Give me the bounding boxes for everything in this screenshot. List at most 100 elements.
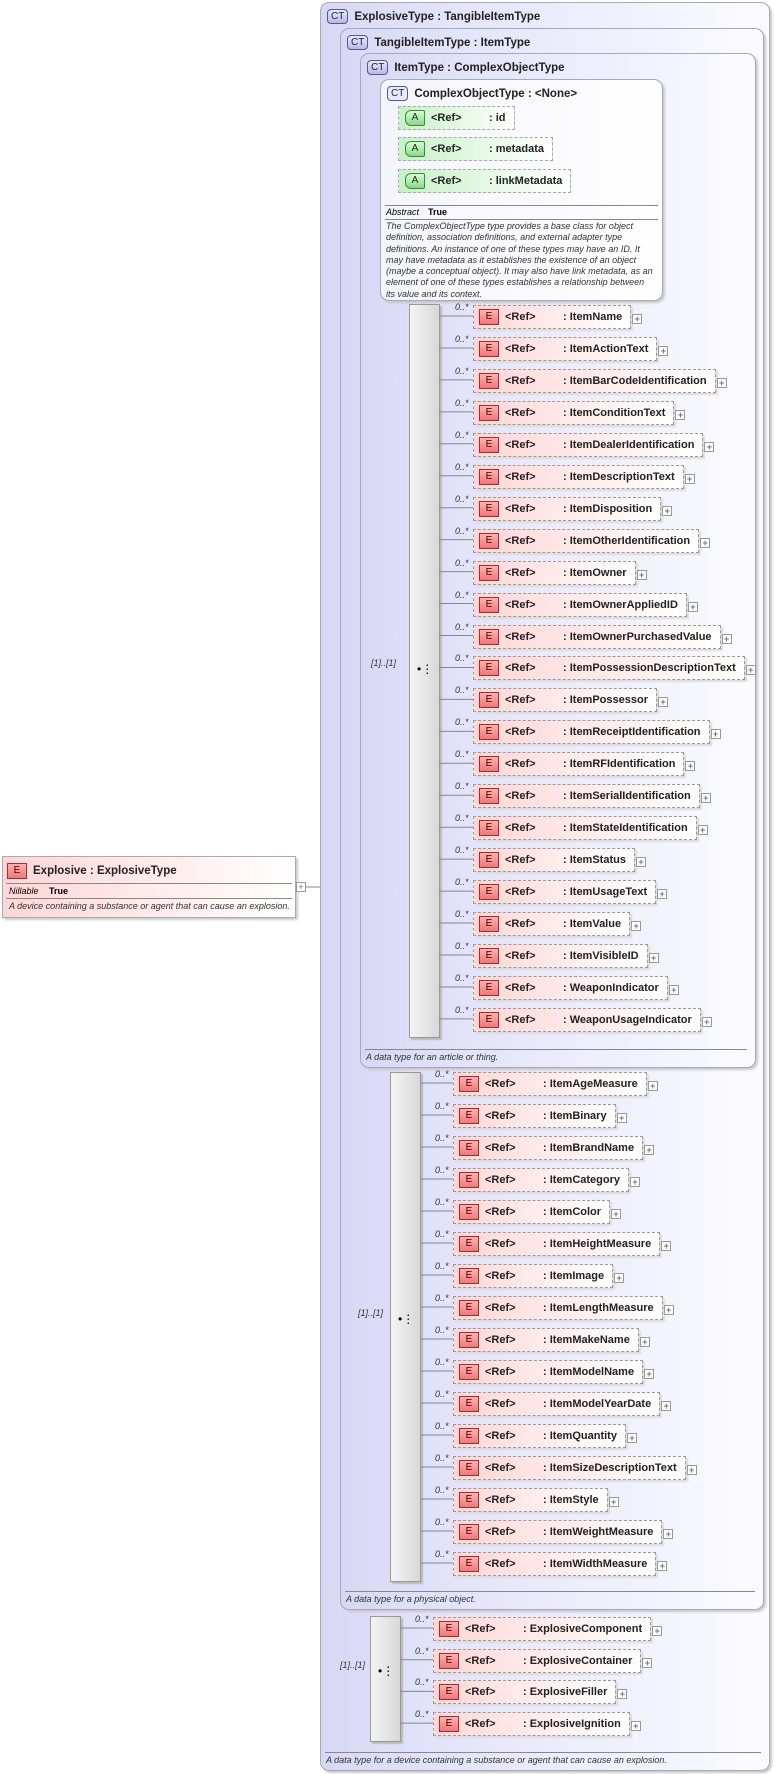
element-item[interactable]: E <Ref>: ItemRFIdentification + <box>473 752 696 777</box>
element-item[interactable]: E <Ref>: ItemOwnerAppliedID + <box>473 592 698 617</box>
expand-icon[interactable]: + <box>661 1401 672 1411</box>
element-name: : ItemDealerIdentification <box>563 438 695 451</box>
expand-icon[interactable]: + <box>662 505 673 516</box>
element-item[interactable]: E <Ref>: ItemUsageText + <box>473 880 668 905</box>
element-item[interactable]: E <Ref>: WeaponUsageIndicator + <box>473 1007 712 1032</box>
element-item[interactable]: E <Ref>: ItemModelYearDate + <box>453 1392 672 1416</box>
element-item[interactable]: E <Ref>: ItemStyle + <box>453 1488 619 1512</box>
element-ref: <Ref> <box>505 1013 536 1026</box>
element-item[interactable]: E <Ref>: ItemValue + <box>473 912 642 937</box>
expand-icon[interactable]: + <box>632 314 643 324</box>
expand-icon[interactable]: + <box>616 1113 627 1123</box>
element-item[interactable]: E <Ref>: ItemBarCodeIdentification + <box>473 368 727 393</box>
element-ref: <Ref> <box>485 1238 516 1250</box>
element-cardinality: 0..* <box>455 589 469 600</box>
element-item[interactable]: E <Ref>: ItemAgeMeasure + <box>453 1072 658 1096</box>
element-item[interactable]: E <Ref>: WeaponIndicator + <box>473 975 679 1000</box>
element-item[interactable]: E <Ref>: ExplosiveComponent + <box>433 1617 663 1641</box>
element-cardinality: 0..* <box>415 1709 429 1720</box>
expand-icon[interactable]: + <box>686 1465 697 1475</box>
expand-icon[interactable]: + <box>614 1273 625 1283</box>
element-icon: E <box>479 979 499 996</box>
element-ref: <Ref> <box>485 1334 516 1346</box>
element-name: : ItemMakeName <box>543 1334 630 1346</box>
expand-icon[interactable]: + <box>721 633 732 644</box>
element-item[interactable]: E <Ref>: ItemSizeDescriptionText + <box>453 1456 697 1480</box>
expand-icon[interactable]: + <box>657 697 668 708</box>
expand-icon[interactable]: + <box>700 537 711 548</box>
expand-icon[interactable]: + <box>704 441 715 452</box>
expand-icon[interactable]: + <box>644 1369 655 1379</box>
expand-icon[interactable]: + <box>661 1241 672 1251</box>
element-item[interactable]: E <Ref>: ItemVisibleID + <box>473 944 659 968</box>
element-item[interactable]: E <Ref>: ItemWidthMeasure + <box>453 1552 668 1576</box>
element-item[interactable]: E <Ref> : ItemMakeName + <box>453 1328 650 1352</box>
element-item[interactable]: E <Ref>: ItemSerialIdentification + <box>473 784 711 809</box>
element-item[interactable]: E <Ref>: ItemModelName + <box>453 1360 655 1384</box>
expand-icon[interactable]: + <box>644 1145 655 1155</box>
element-icon: E <box>459 1332 479 1348</box>
expand-icon[interactable]: + <box>687 601 698 612</box>
element-item[interactable]: E <Ref>: ItemCategory + <box>453 1168 641 1192</box>
element-ref: <Ref> <box>485 1142 516 1154</box>
element-item[interactable]: E <Ref>: ItemOtherIdentification + <box>473 528 711 553</box>
element-item[interactable]: E <Ref>: ExplosiveIgnition + <box>433 1712 641 1737</box>
element-item[interactable]: E <Ref>: ItemName + <box>473 305 643 329</box>
expand-icon[interactable]: + <box>663 1529 674 1539</box>
element-item[interactable]: E <Ref>: ItemActionText + <box>473 336 669 361</box>
expand-icon[interactable]: + <box>631 921 642 932</box>
element-item[interactable]: E <Ref>: ItemHeightMeasure + <box>453 1232 672 1256</box>
expand-icon[interactable]: + <box>685 761 696 772</box>
element-item[interactable]: E <Ref>: ItemImage + <box>453 1264 625 1288</box>
expand-icon[interactable]: + <box>657 889 668 900</box>
element-item[interactable]: E <Ref>: ExplosiveFiller + <box>433 1680 628 1705</box>
element-item[interactable]: E <Ref>: ItemConditionText + <box>473 400 686 425</box>
element-item[interactable]: E <Ref>: ItemDescriptionText + <box>473 464 695 489</box>
element-item[interactable]: E <Ref>: ItemOwnerPurchasedValue + <box>473 624 732 649</box>
expand-icon[interactable]: + <box>663 1305 674 1315</box>
expand-icon[interactable]: + <box>657 1561 668 1571</box>
expand-icon[interactable]: + <box>636 569 647 580</box>
expand-icon[interactable]: + <box>745 665 756 676</box>
expand-icon[interactable]: + <box>639 1337 650 1347</box>
expand-icon[interactable]: + <box>642 1657 653 1668</box>
element-item[interactable]: E <Ref>: ItemWeightMeasure + <box>453 1520 674 1544</box>
expand-icon[interactable]: + <box>652 1626 663 1636</box>
expand-icon[interactable]: + <box>700 793 711 804</box>
element-item[interactable]: E <Ref>: ItemOwner + <box>473 560 647 585</box>
expand-icon[interactable]: + <box>647 1081 658 1091</box>
expand-icon[interactable]: + <box>635 857 646 868</box>
expand-icon[interactable]: + <box>630 1177 641 1187</box>
expand-icon[interactable]: + <box>716 377 727 388</box>
expand-icon[interactable]: + <box>611 1209 622 1219</box>
element-item[interactable]: E <Ref>: ItemDisposition + <box>473 496 673 521</box>
element-item[interactable]: E <Ref>: ItemStatus + <box>473 848 646 873</box>
element-item[interactable]: E <Ref>: ItemDealerIdentification + <box>473 432 715 457</box>
element-item[interactable]: E <Ref>: ItemQuantity + <box>453 1424 637 1448</box>
element-icon: E <box>459 1524 479 1540</box>
element-item[interactable]: E <Ref>: ItemReceiptIdentification + <box>473 720 721 745</box>
element-item[interactable]: E <Ref>: ItemLengthMeasure + <box>453 1296 674 1320</box>
element-item[interactable]: E <Ref>: ExplosiveContainer + <box>433 1648 653 1673</box>
expand-icon[interactable]: + <box>684 473 695 484</box>
element-item[interactable]: E <Ref>: ItemColor + <box>453 1200 622 1224</box>
expand-icon[interactable]: + <box>617 1689 628 1700</box>
element-item[interactable]: E <Ref>: ItemBinary + <box>453 1104 627 1128</box>
element-item[interactable]: E <Ref>: ItemStateIdentification + <box>473 816 708 841</box>
expand-icon[interactable]: + <box>626 1433 637 1443</box>
element-cardinality: 0..* <box>455 1004 469 1015</box>
element-cardinality: 0..* <box>415 1614 429 1624</box>
element-item[interactable]: E <Ref>: ItemPossessor + <box>473 688 668 713</box>
element-icon: E <box>459 1556 479 1572</box>
element-item[interactable]: E <Ref>: ItemPossessionDescriptionText + <box>473 656 756 681</box>
element-item[interactable]: E <Ref>: ItemBrandName + <box>453 1136 655 1160</box>
expand-icon[interactable]: + <box>630 1721 641 1732</box>
expand-icon[interactable]: + <box>697 825 708 836</box>
expand-icon[interactable]: + <box>658 345 669 356</box>
expand-icon[interactable]: + <box>675 409 686 420</box>
expand-icon[interactable]: + <box>608 1497 619 1507</box>
expand-icon[interactable]: + <box>668 984 679 995</box>
expand-icon[interactable]: + <box>648 953 659 963</box>
expand-icon[interactable]: + <box>710 729 721 740</box>
expand-icon[interactable]: + <box>701 1016 712 1027</box>
